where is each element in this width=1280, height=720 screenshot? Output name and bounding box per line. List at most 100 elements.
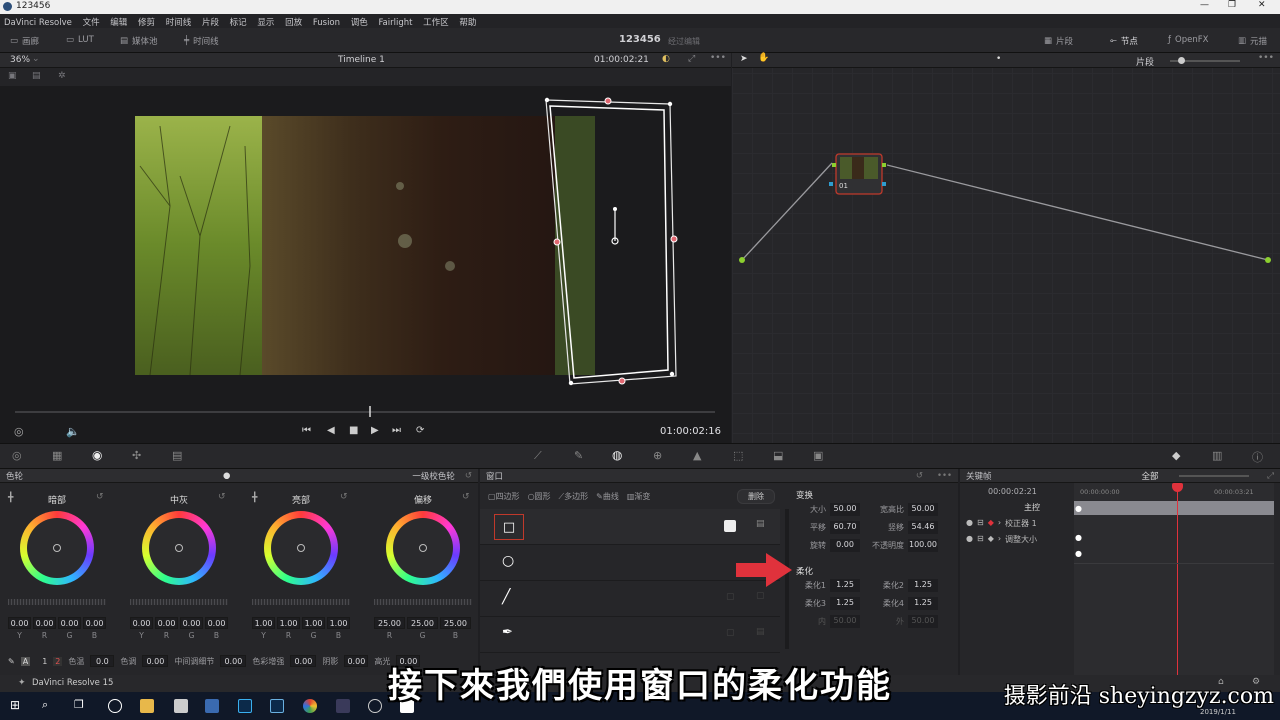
qualifier-icon[interactable]: ✎	[574, 449, 583, 462]
value-field[interactable]: 0.00	[180, 617, 203, 629]
soft1-field[interactable]: 1.25	[830, 579, 860, 592]
menu-item[interactable]: 片段	[202, 16, 219, 28]
window-row-pen[interactable]: ✒ ▢ ▤	[480, 617, 780, 653]
timeline-button[interactable]: ╪ 时间线	[184, 35, 219, 47]
aspect-field[interactable]: 50.00	[908, 503, 938, 516]
lift-master-slider[interactable]	[8, 599, 106, 605]
value-field[interactable]: 0.00	[155, 617, 178, 629]
keyframe-zoom-slider[interactable]	[1178, 474, 1249, 477]
hand-icon[interactable]: ✋	[758, 53, 769, 63]
fullscreen-icon[interactable]: ⤢	[688, 54, 695, 64]
openfx-button[interactable]: ƒ OpenFX	[1168, 35, 1208, 45]
offset-master-slider[interactable]	[374, 599, 472, 605]
lock-icon[interactable]: ⊟	[977, 518, 984, 529]
menu-item[interactable]: Fusion	[313, 18, 340, 28]
minimize-icon[interactable]: —	[1200, 0, 1209, 10]
keyframe-icon[interactable]: ◆	[988, 518, 994, 529]
lut-button[interactable]: ▭ LUT	[66, 35, 94, 45]
image-wipe-icon[interactable]: ▣	[8, 71, 17, 81]
rotate-field[interactable]: 0.00	[830, 539, 860, 552]
window-enable-toggle[interactable]	[724, 520, 736, 532]
clip-dropdown[interactable]: 片段	[1136, 55, 1154, 68]
menu-item[interactable]: Fairlight	[378, 18, 412, 28]
lift-color-wheel[interactable]	[20, 511, 94, 585]
camera-raw-icon[interactable]: ◎	[12, 449, 22, 462]
soft2-field[interactable]: 1.25	[908, 579, 938, 592]
close-icon[interactable]: ✕	[1258, 0, 1266, 10]
lock-icon[interactable]: ⊟	[977, 534, 984, 545]
value-field[interactable]: 0.00	[205, 617, 228, 629]
playhead-marker[interactable]	[1172, 483, 1183, 492]
gain-color-wheel[interactable]	[264, 511, 338, 585]
source-input-dot[interactable]	[739, 257, 745, 263]
reset-icon[interactable]: ↺	[462, 492, 470, 502]
pointer-icon[interactable]: ➤	[740, 54, 748, 64]
reset-icon[interactable]: ↺	[465, 471, 472, 481]
keyframe-dot[interactable]: ●	[1075, 533, 1082, 542]
window-enable-toggle[interactable]: ▢	[726, 592, 735, 602]
keyframe-dot[interactable]: ●	[1075, 504, 1082, 513]
visibility-icon[interactable]: ●	[966, 518, 973, 529]
scopes-icon[interactable]: ▥	[1212, 449, 1222, 462]
polygon-tool[interactable]: ⟋多边形	[559, 491, 589, 502]
media-pool-button[interactable]: ▤ 媒体池	[120, 35, 158, 47]
soft3-field[interactable]: 1.25	[830, 597, 860, 610]
gamma-color-wheel[interactable]	[142, 511, 216, 585]
viewer[interactable]: ◎ 🔈 ⏮ ◀ ■ ▶ ⏭ ⟳ 01:00:02:16	[0, 86, 731, 443]
invert-icon[interactable]: ▤	[756, 519, 765, 529]
keyframes-icon[interactable]: ◆	[1172, 449, 1180, 462]
keyframe-timeline[interactable]: 00:00:00:00 00:00:03:21 ● ● ●	[1074, 483, 1274, 675]
sizing-icon[interactable]: ⬓	[773, 449, 783, 462]
node-zoom-handle[interactable]	[1178, 57, 1185, 64]
window-row-linear[interactable]: ╱ ▢ ▢	[480, 581, 780, 617]
keyframe-icon[interactable]: ◆	[988, 534, 994, 545]
quad-tool[interactable]: ▢四边形	[488, 491, 520, 502]
metadata-button[interactable]: ▥ 元描	[1238, 35, 1267, 47]
blur-icon[interactable]: ▲	[693, 449, 701, 462]
color-match-icon[interactable]: ▦	[52, 449, 62, 462]
window-row-circle[interactable]: ○	[480, 545, 780, 581]
pan-field[interactable]: 60.70	[830, 521, 860, 534]
chevron-right-icon[interactable]: ›	[998, 518, 1001, 529]
value-field[interactable]: 25.00	[407, 617, 438, 629]
pen-window-icon[interactable]: ✒	[502, 625, 513, 640]
gallery-button[interactable]: ▭ 画廊	[10, 35, 39, 47]
keyframe-playhead[interactable]	[1177, 483, 1178, 675]
visibility-icon[interactable]: ●	[966, 534, 973, 545]
more-options-icon[interactable]: •••	[710, 53, 726, 63]
motion-effects-icon[interactable]: ▤	[172, 449, 182, 462]
menu-item[interactable]: 调色	[351, 16, 368, 28]
linear-window-icon[interactable]: ╱	[502, 589, 510, 605]
window-handle[interactable]	[618, 377, 626, 385]
highlight-icon[interactable]: ✲	[58, 71, 66, 81]
window-handle[interactable]	[670, 235, 678, 243]
gamma-master-slider[interactable]	[130, 599, 228, 605]
window-icon[interactable]: ◍	[612, 448, 622, 462]
maximize-icon[interactable]: ❐	[1228, 0, 1236, 10]
menu-item[interactable]: 时间线	[166, 16, 192, 28]
play-reverse-icon[interactable]: ◀	[327, 425, 335, 436]
value-field[interactable]: 25.00	[440, 617, 471, 629]
loop-icon[interactable]: ⟳	[416, 425, 424, 436]
volume-icon[interactable]: 🔈	[66, 425, 80, 438]
curves-icon[interactable]: ⟋	[534, 449, 542, 463]
menu-item[interactable]: 回放	[285, 16, 302, 28]
key-icon[interactable]: ⬚	[733, 449, 743, 462]
viewer-mode-icon[interactable]: ◎	[14, 425, 24, 438]
node-editor[interactable]: 01	[732, 53, 1280, 443]
value-field[interactable]: 25.00	[374, 617, 405, 629]
play-icon[interactable]: ▶	[371, 425, 379, 436]
skip-start-icon[interactable]: ⏮	[302, 425, 311, 436]
picker-icon[interactable]: ╋	[252, 493, 257, 503]
picker-icon[interactable]: ╋	[8, 493, 13, 503]
size-field[interactable]: 50.00	[830, 503, 860, 516]
soft4-field[interactable]: 1.25	[908, 597, 938, 610]
value-field[interactable]: 0.00	[130, 617, 153, 629]
menu-item[interactable]: 工作区	[423, 16, 449, 28]
reset-icon[interactable]: ↺	[218, 492, 226, 502]
value-field[interactable]: 1.00	[252, 617, 275, 629]
window-handle[interactable]	[553, 238, 561, 246]
keyframe-dot[interactable]: ●	[1075, 549, 1082, 558]
window-row-quad[interactable]: □ ▤	[480, 509, 780, 545]
menu-item[interactable]: 帮助	[459, 16, 476, 28]
